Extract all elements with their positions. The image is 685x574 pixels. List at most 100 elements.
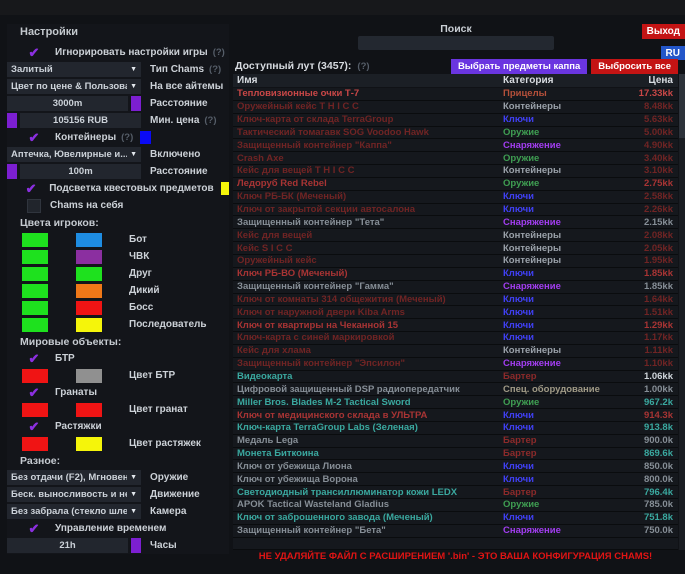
checkbox-checked-icon[interactable]: ✔	[22, 352, 46, 365]
loot-row[interactable]: Ключ от убежища ВоронаКлючи800.0k	[233, 473, 678, 486]
color-swatch[interactable]	[140, 131, 151, 144]
loot-row[interactable]: Защищенный контейнер "Гамма"Снаряжение1.…	[233, 281, 678, 294]
color-swatch[interactable]	[7, 113, 17, 128]
value-input[interactable]: 21h	[7, 538, 128, 553]
loot-row[interactable]: Ключ от заброшенного завода (Меченый)Клю…	[233, 512, 678, 525]
input-label: Расстояние	[150, 166, 208, 177]
loot-row[interactable]: Тепловизионные очки Т-7Прицелы17.33kk	[233, 88, 678, 101]
loot-row[interactable]: ВидеокартаБартер1.06kk	[233, 371, 678, 384]
item-name: Ключ от закрытой секции автосалона	[233, 204, 503, 215]
dropdown-value: Без отдачи (F2), Мгновенное п	[11, 472, 127, 483]
loot-row[interactable]: Защищенный контейнер "Эпсилон"Снаряжение…	[233, 358, 678, 371]
color-swatch[interactable]	[76, 369, 102, 383]
color-swatch[interactable]	[22, 284, 48, 298]
loot-row[interactable]: Кейс для вещей T H I C CКонтейнеры3.10kk	[233, 165, 678, 178]
loot-row[interactable]: Цифровой защищенный DSP радиопередатчикС…	[233, 383, 678, 396]
loot-row[interactable]: Ключ РБ-БК (Меченый)Ключи2.58kk	[233, 191, 678, 204]
loot-row[interactable]: Тактический томагавк SOG Voodoo HawkОруж…	[233, 127, 678, 140]
color-swatch[interactable]	[76, 403, 102, 417]
loot-row[interactable]	[233, 538, 678, 550]
exit-button[interactable]: Выход	[642, 24, 685, 39]
checkbox-checked-icon[interactable]: ✔	[22, 522, 46, 535]
checkbox-checked-icon[interactable]: ✔	[22, 131, 46, 144]
item-name: Ключ-карта TerraGroup Labs (Зеленая)	[233, 422, 503, 433]
checkbox-label: Гранаты	[55, 387, 97, 398]
loot-row[interactable]: Оружейный кейс T H I C CКонтейнеры8.48kk	[233, 101, 678, 114]
color-swatch[interactable]	[76, 233, 102, 247]
item-category: Прицелы	[503, 88, 615, 99]
loot-row[interactable]: Ключ-карта с синей маркировкойКлючи1.17k…	[233, 332, 678, 345]
value-input[interactable]: 3000m	[7, 96, 128, 111]
color-swatch[interactable]	[22, 437, 48, 451]
loot-row[interactable]: Ключ от наружной двери Kiba ArmsКлючи1.5…	[233, 306, 678, 319]
loot-row[interactable]: Ключ от закрытой секции автосалонаКлючи2…	[233, 204, 678, 217]
loot-row[interactable]: Кейс для хламаКонтейнеры1.11kk	[233, 345, 678, 358]
loot-row[interactable]: Ключ от квартиры на Чеканной 15Ключи1.29…	[233, 319, 678, 332]
color-swatch[interactable]	[221, 182, 229, 195]
loot-row[interactable]: Светодиодный трансиллюминатор кожи LEDXБ…	[233, 486, 678, 499]
color-swatch[interactable]	[76, 267, 102, 281]
checkbox-checked-icon[interactable]: ✔	[22, 182, 40, 195]
color-swatch[interactable]	[76, 437, 102, 451]
item-price: 2.75kk	[615, 178, 678, 189]
checkbox-checked-icon[interactable]: ✔	[22, 420, 46, 433]
color-swatch[interactable]	[22, 318, 48, 332]
dropdown[interactable]: Цвет по цене & Пользователь▼	[7, 79, 141, 94]
loot-row[interactable]: Защищенный контейнер "Бета"Снаряжение750…	[233, 525, 678, 538]
dropdown[interactable]: Беск. выносливость и нет уста▼	[7, 487, 141, 502]
loot-row[interactable]: Защищенный контейнер "Каппа"Снаряжение4.…	[233, 139, 678, 152]
loot-row[interactable]: Ключ от убежища ЛионаКлючи850.0k	[233, 460, 678, 473]
drop-all-button[interactable]: Выбросить все	[591, 59, 678, 74]
loot-row[interactable]: Ледоруб Red RebelОружие2.75kk	[233, 178, 678, 191]
checkbox-checked-icon[interactable]: ✔	[22, 46, 46, 59]
color-swatch[interactable]	[76, 318, 102, 332]
loot-row[interactable]: Кейс для вещейКонтейнеры2.08kk	[233, 229, 678, 242]
checkbox-unchecked[interactable]	[27, 199, 41, 213]
loot-row[interactable]: Miller Bros. Blades M-2 Tactical SwordОр…	[233, 396, 678, 409]
color-swatch[interactable]	[76, 301, 102, 315]
loot-row[interactable]: Ключ-карта TerraGroup Labs (Зеленая)Ключ…	[233, 422, 678, 435]
loot-row[interactable]: Монета БиткоинаБартер869.6k	[233, 448, 678, 461]
checkbox-checked-icon[interactable]: ✔	[22, 386, 46, 399]
loot-row[interactable]: Ключ от медицинского склада в УЛЬТРАКлюч…	[233, 409, 678, 422]
loot-row[interactable]: Crash AxeОружие3.40kk	[233, 152, 678, 165]
loot-row[interactable]: Оружейный кейсКонтейнеры1.95kk	[233, 255, 678, 268]
value-input[interactable]: 100m	[20, 164, 141, 179]
color-swatch[interactable]	[76, 284, 102, 298]
search-label: Поиск	[358, 23, 554, 35]
color-swatch[interactable]	[131, 538, 141, 553]
color-swatch[interactable]	[22, 267, 48, 281]
loot-row[interactable]: Ключ РБ-ВО (Меченый)Ключи1.85kk	[233, 268, 678, 281]
item-name: Ключ от наружной двери Kiba Arms	[233, 307, 503, 318]
dropdown[interactable]: Залитый▼	[7, 62, 141, 77]
item-price: 785.0k	[615, 499, 678, 510]
column-header-price[interactable]: Цена	[615, 75, 678, 86]
color-swatch[interactable]	[22, 369, 48, 383]
item-category: Контейнеры	[503, 165, 615, 176]
loot-row[interactable]: Ключ от комнаты 314 общежития (Меченый)К…	[233, 294, 678, 307]
loot-row[interactable]: Ключ-карта от склада TerraGroupКлючи5.63…	[233, 114, 678, 127]
loot-row[interactable]: Кейс S I C CКонтейнеры2.05kk	[233, 242, 678, 255]
color-swatch[interactable]	[131, 96, 141, 111]
item-price: 3.40kk	[615, 153, 678, 164]
help-icon: (?)	[213, 47, 225, 58]
column-header-name[interactable]: Имя	[233, 75, 503, 86]
dropdown[interactable]: Аптечка, Ювелирные и...▼	[7, 147, 141, 162]
search-input[interactable]	[358, 36, 554, 50]
color-swatch[interactable]	[22, 301, 48, 315]
table-scrollbar[interactable]	[679, 74, 685, 550]
loot-row[interactable]: Медаль LegaБартер900.0k	[233, 435, 678, 448]
color-swatch[interactable]	[7, 164, 17, 179]
dropdown[interactable]: Без отдачи (F2), Мгновенное п▼	[7, 470, 141, 485]
column-header-category[interactable]: Категория	[503, 75, 615, 86]
dropdown[interactable]: Без забрала (стекло шлема)▼	[7, 504, 141, 519]
select-kappa-items-button[interactable]: Выбрать предметы каппа	[451, 59, 587, 74]
value-input[interactable]: 105156 RUB	[20, 113, 141, 128]
loot-row[interactable]: APOK Tactical Wasteland GladiusОружие785…	[233, 499, 678, 512]
color-swatch[interactable]	[22, 403, 48, 417]
color-swatch[interactable]	[22, 233, 48, 247]
scrollbar-thumb[interactable]	[679, 74, 685, 138]
color-swatch[interactable]	[22, 250, 48, 264]
loot-row[interactable]: Защищенный контейнер "Тета"Снаряжение2.1…	[233, 216, 678, 229]
color-swatch[interactable]	[76, 250, 102, 264]
